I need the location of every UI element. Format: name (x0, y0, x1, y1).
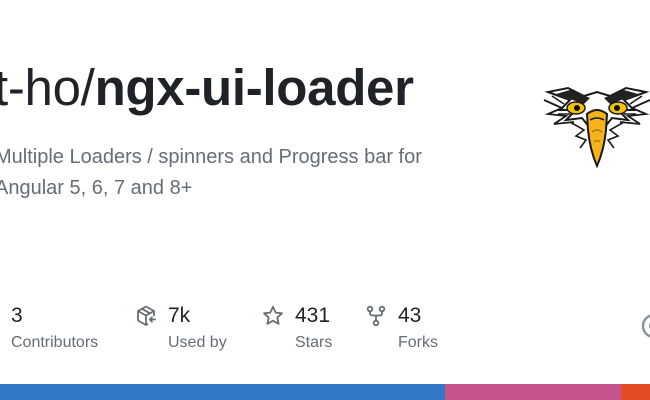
forks-count: 43 (398, 304, 422, 327)
stat-stars[interactable]: 431 Stars (261, 300, 361, 360)
repo-description-line: Angular 5, 6, 7 and 8+ (0, 177, 193, 199)
repo-description-line: Multiple Loaders / spinners and Progress… (0, 146, 422, 168)
contributors-count: 3 (11, 304, 23, 327)
repo-name[interactable]: ngx-ui-loader (95, 59, 414, 116)
used-by-count: 7k (168, 304, 191, 327)
eagle-avatar-icon (543, 86, 650, 169)
language-bar (0, 384, 650, 400)
github-mark-icon (641, 314, 650, 338)
package-dependents-icon (137, 305, 156, 326)
repo-description: Multiple Loaders / spinners and Progress… (0, 142, 495, 204)
stat-forks[interactable]: 43 Forks (364, 300, 464, 360)
stat-contributors[interactable]: 3 Contributors (0, 300, 110, 360)
forks-label: Forks (398, 334, 438, 351)
stars-count: 431 (295, 304, 331, 327)
star-icon (263, 305, 283, 325)
language-bar-segment (445, 384, 621, 400)
repo-stats: 3 Contributors 7k Used by 431 Stars 43 F… (0, 300, 650, 360)
stars-label: Stars (295, 334, 333, 351)
language-bar-segment (0, 384, 446, 400)
contributors-label: Contributors (11, 334, 99, 351)
language-bar-segment (620, 384, 650, 400)
repo-forked-icon (366, 305, 386, 327)
repo-social-card: t-ho/ngx-ui-loader Multiple Loaders / sp… (0, 0, 650, 400)
repo-owner[interactable]: t-ho/ (0, 59, 95, 116)
stat-used-by[interactable]: 7k Used by (134, 300, 244, 360)
used-by-label: Used by (168, 334, 227, 351)
repo-title[interactable]: t-ho/ngx-ui-loader (0, 58, 414, 118)
